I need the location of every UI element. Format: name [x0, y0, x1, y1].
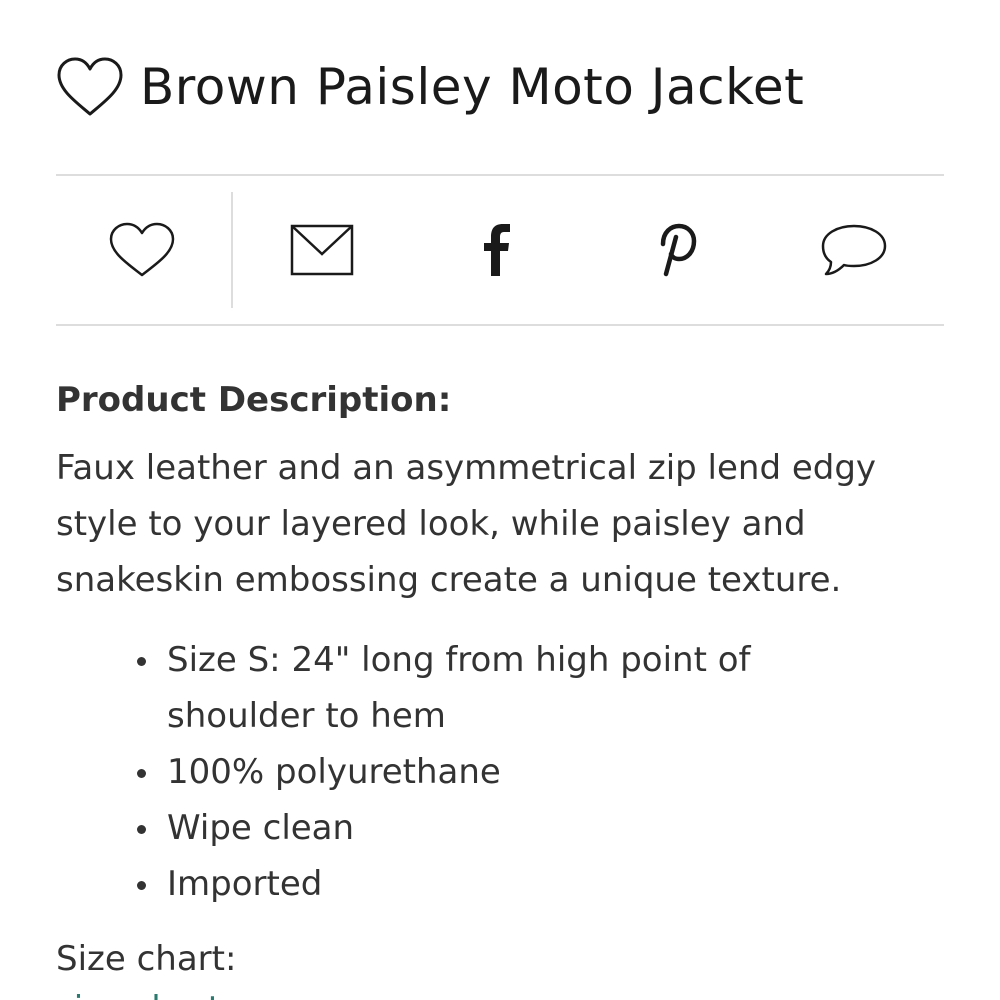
heart-outline-icon	[108, 221, 176, 279]
heart-outline-icon[interactable]	[56, 56, 124, 118]
list-item: 100% polyurethane	[137, 744, 944, 800]
pinterest-share-button[interactable]	[640, 214, 712, 286]
speech-bubble-icon	[819, 222, 889, 278]
envelope-icon	[290, 224, 354, 276]
title-row: Brown Paisley Moto Jacket	[56, 52, 804, 122]
description-text: Faux leather and an asymmetrical zip len…	[56, 448, 877, 600]
favorite-button[interactable]	[106, 214, 178, 286]
description-heading: Product Description:	[56, 380, 452, 420]
list-item: Size S: 24" long from high point of shou…	[137, 632, 944, 744]
feature-list: Size S: 24" long from high point of shou…	[56, 632, 944, 912]
list-item: Imported	[137, 856, 944, 912]
size-chart-link[interactable]: size chart	[56, 984, 221, 1000]
size-chart-label: Size chart:	[56, 939, 237, 979]
product-title: Brown Paisley Moto Jacket	[140, 58, 805, 116]
share-divider	[231, 192, 233, 308]
comment-button[interactable]	[818, 214, 890, 286]
email-share-button[interactable]	[286, 214, 358, 286]
facebook-share-button[interactable]	[462, 214, 534, 286]
facebook-icon	[478, 222, 518, 278]
list-item: Wipe clean	[137, 800, 944, 856]
pinterest-icon	[653, 222, 699, 278]
product-detail-page: Brown Paisley Moto Jacket Product Descri…	[56, 0, 944, 1000]
share-bar	[56, 174, 944, 326]
